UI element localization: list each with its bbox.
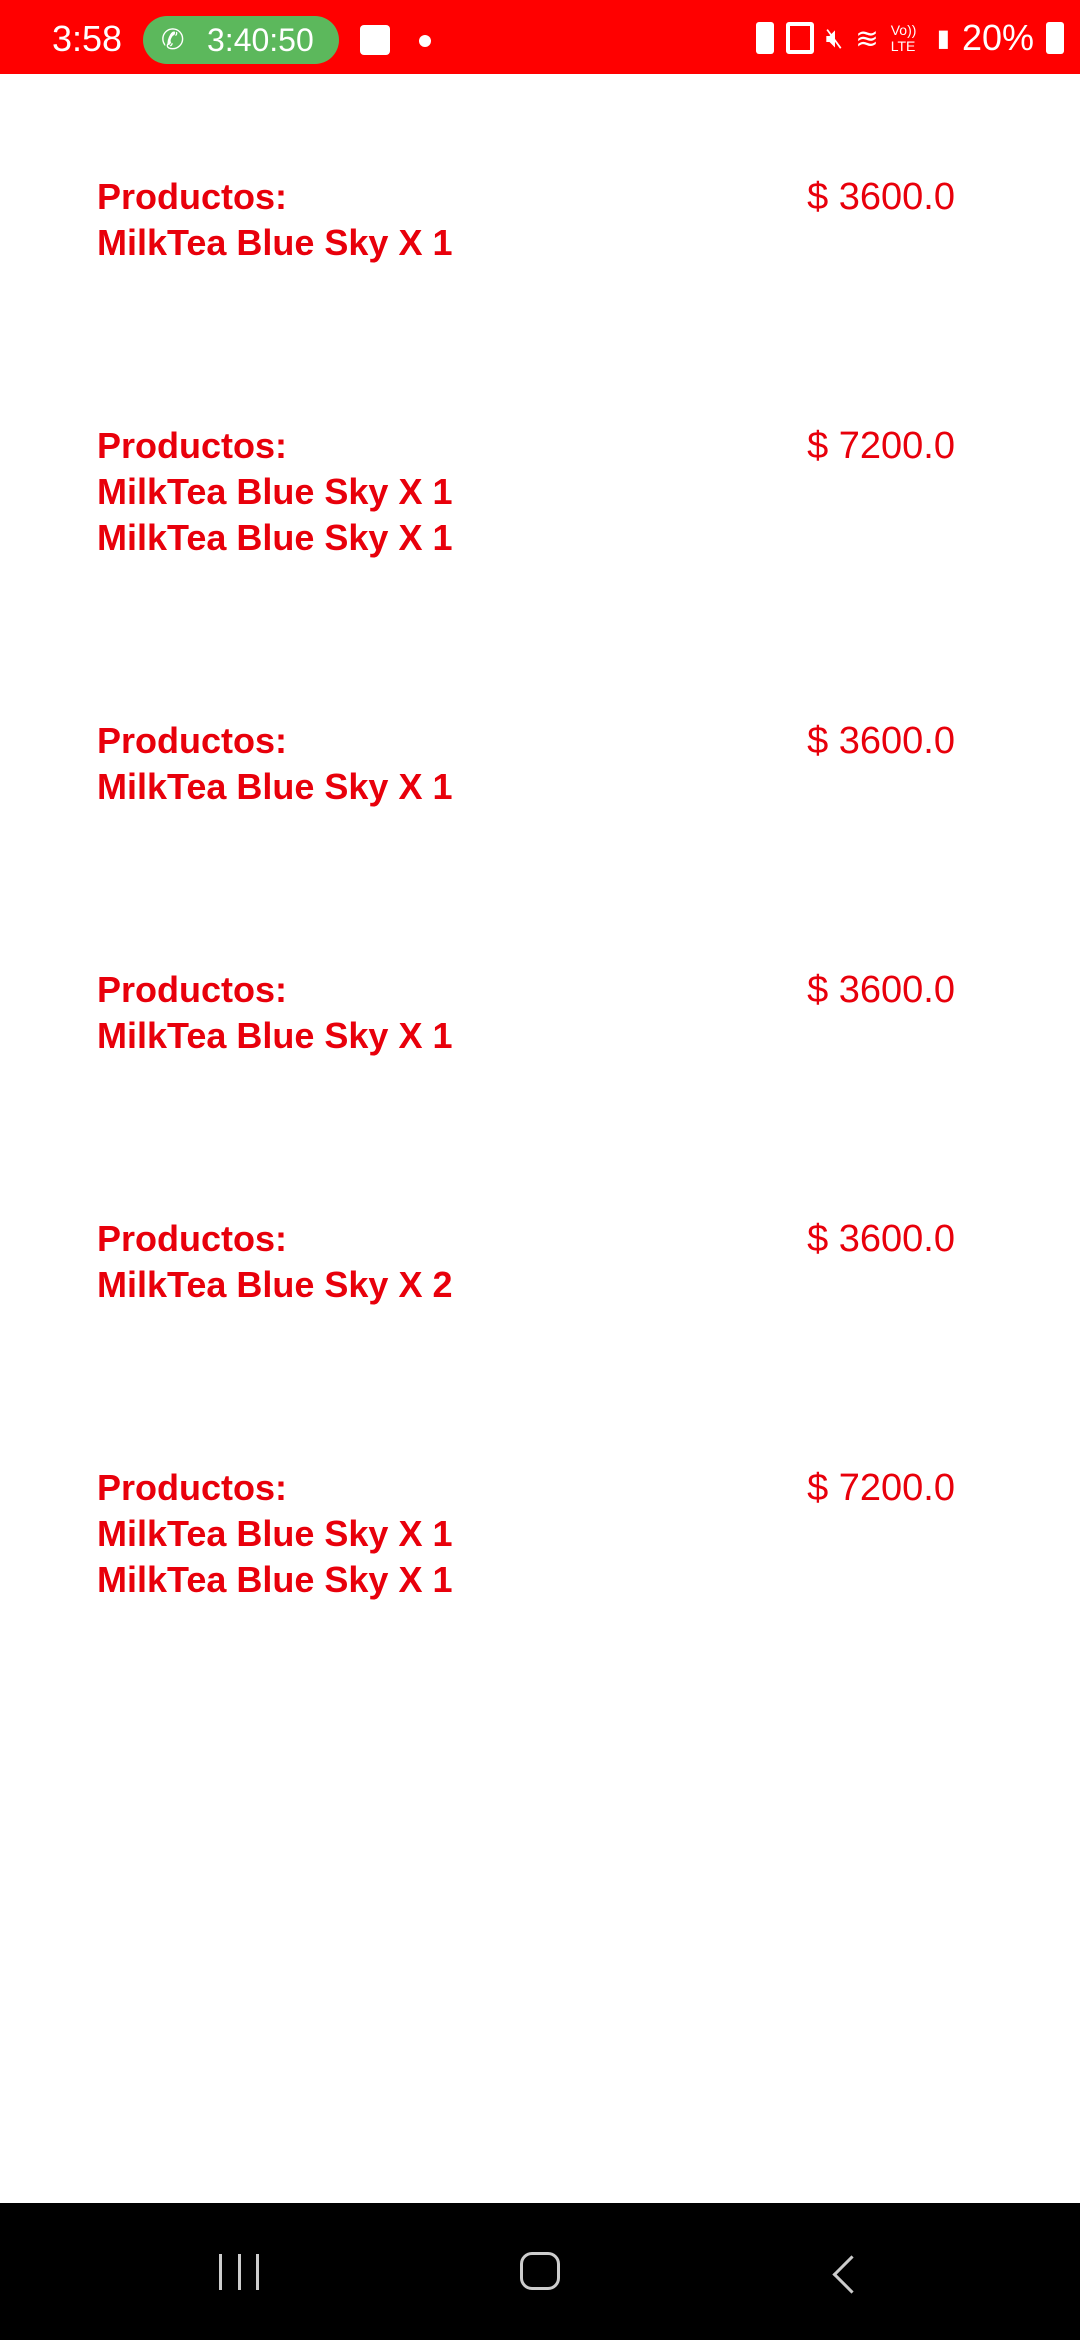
order-price: $ 7200.0 <box>807 425 955 467</box>
battery-charging-icon <box>1046 22 1064 54</box>
order-item[interactable]: Productos: MilkTea Blue Sky X 1 $ 3600.0 <box>0 174 1080 266</box>
volte-icon: Vo)) LTE <box>890 22 917 54</box>
nfc-icon <box>785 22 814 54</box>
order-price: $ 3600.0 <box>807 969 955 1011</box>
system-icons: 🔇︎ ≋ Vo)) LTE ▮ 20% <box>755 14 1064 62</box>
ongoing-call-chip[interactable]: ✆ 3:40:50 <box>143 16 339 64</box>
product-line: MilkTea Blue Sky X 1 <box>97 471 453 512</box>
back-button[interactable] <box>832 2255 871 2294</box>
gallery-icon <box>360 25 390 55</box>
product-line: MilkTea Blue Sky X 1 <box>97 766 453 807</box>
status-time: 3:58 <box>52 18 123 59</box>
product-line: MilkTea Blue Sky X 1 <box>97 1513 453 1554</box>
call-timer: 3:40:50 <box>207 22 314 58</box>
wifi-icon: ≋ <box>855 22 879 54</box>
order-price: $ 3600.0 <box>807 1218 955 1260</box>
phone-icon: ✆ <box>161 24 185 55</box>
order-price: $ 7200.0 <box>807 1467 955 1509</box>
order-item[interactable]: Productos: MilkTea Blue Sky X 1 MilkTea Bl… <box>0 1465 1080 1603</box>
notification-dot-icon <box>419 35 431 47</box>
mute-icon: 🔇︎ <box>825 21 844 53</box>
order-price: $ 3600.0 <box>807 176 955 218</box>
recents-button[interactable] <box>219 2254 259 2290</box>
status-bar: 3:58 ✆ 3:40:50 🔇︎ ≋ Vo)) LTE ▮ 20% <box>0 0 1080 74</box>
signal-icon: ▮ <box>936 24 950 52</box>
product-line: MilkTea Blue Sky X 1 <box>97 1015 453 1056</box>
orders-list: Productos: MilkTea Blue Sky X 1 $ 3600.0 Pr… <box>0 174 1080 1760</box>
order-item[interactable]: Productos: MilkTea Blue Sky X 2 $ 3600.0 <box>0 1216 1080 1308</box>
navigation-bar <box>0 2203 1080 2340</box>
order-item[interactable]: Productos: MilkTea Blue Sky X 1 $ 3600.0 <box>0 718 1080 810</box>
product-line: MilkTea Blue Sky X 2 <box>97 1264 453 1305</box>
product-line: MilkTea Blue Sky X 1 <box>97 517 453 558</box>
order-item[interactable]: Productos: MilkTea Blue Sky X 1 MilkTea Bl… <box>0 423 1080 561</box>
home-button[interactable] <box>520 2252 560 2290</box>
product-line: MilkTea Blue Sky X 1 <box>97 1559 453 1600</box>
order-item[interactable]: Productos: MilkTea Blue Sky X 1 $ 3600.0 <box>0 967 1080 1059</box>
product-line: MilkTea Blue Sky X 1 <box>97 222 453 263</box>
battery-saver-icon <box>755 22 774 54</box>
order-price: $ 3600.0 <box>807 720 955 762</box>
battery-percent: 20% <box>961 17 1034 58</box>
